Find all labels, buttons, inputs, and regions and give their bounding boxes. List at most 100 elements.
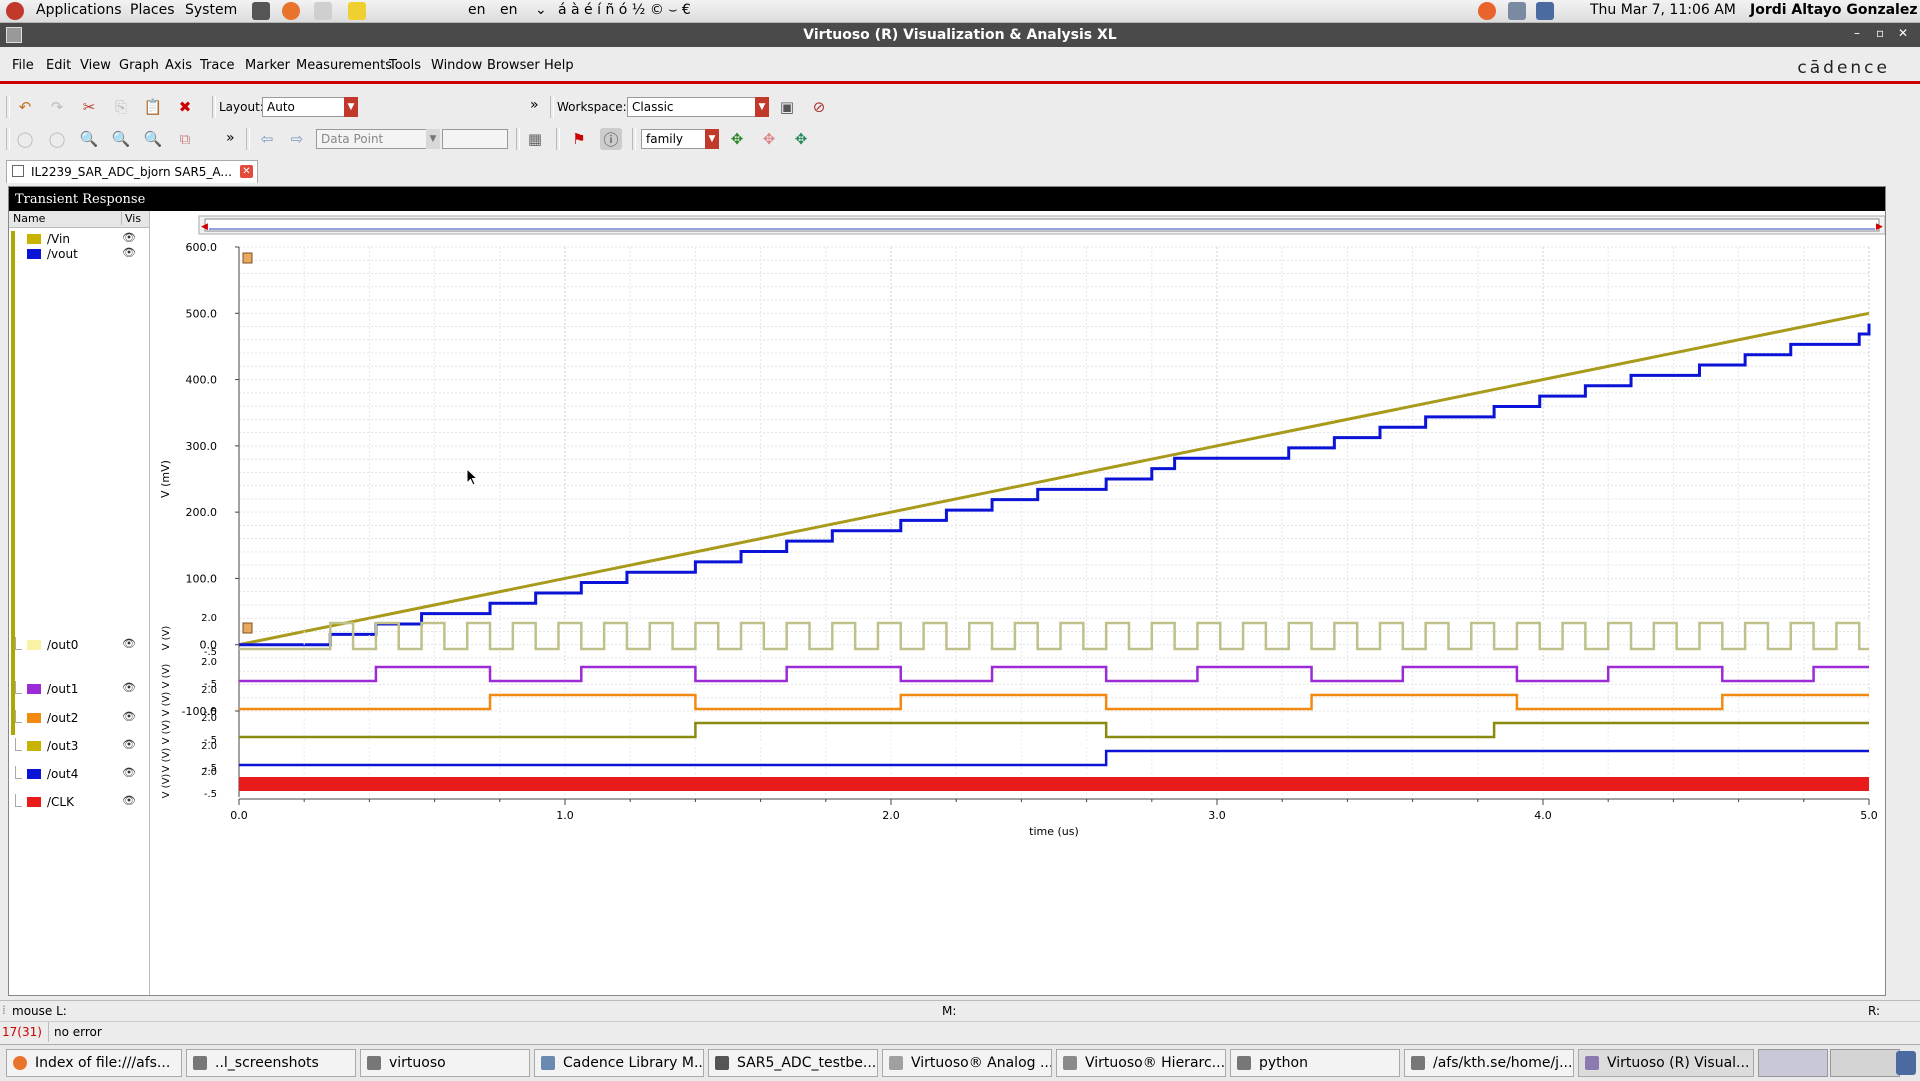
back-icon[interactable]: ◯ xyxy=(14,128,36,150)
next-point-icon[interactable]: ⇨ xyxy=(286,128,308,150)
workspace-save-icon[interactable]: ▣ xyxy=(776,96,798,118)
menu-window[interactable]: Window xyxy=(431,58,482,73)
trace-name[interactable]: /Vin xyxy=(47,232,70,246)
menu-marker[interactable]: Marker xyxy=(245,58,290,73)
trace-color-swatch[interactable] xyxy=(27,769,41,779)
trace-name[interactable]: /out3 xyxy=(47,739,78,753)
tab-sar-adc[interactable]: IL2239_SAR_ADC_bjorn SAR5_A... ✕ xyxy=(6,160,258,183)
maximize-button[interactable]: ▫ xyxy=(1876,26,1884,40)
menu-edit[interactable]: Edit xyxy=(46,58,71,73)
menu-graph[interactable]: Graph xyxy=(119,58,159,73)
trace-color-swatch[interactable] xyxy=(27,249,41,259)
workspace-switcher-2[interactable] xyxy=(1830,1049,1900,1077)
minimize-button[interactable]: – xyxy=(1854,26,1860,40)
redo-icon[interactable]: ↷ xyxy=(46,96,68,118)
firefox-icon[interactable] xyxy=(282,2,300,20)
menu-file[interactable]: File xyxy=(12,58,34,73)
chevron-down-icon[interactable]: ▼ xyxy=(426,129,440,149)
task-analog-env[interactable]: Virtuoso® Analog ... xyxy=(882,1049,1052,1077)
system-menu[interactable]: System xyxy=(185,2,237,18)
close-icon[interactable]: ✕ xyxy=(240,165,253,178)
trace-out4[interactable] xyxy=(239,749,1869,767)
flag-icon[interactable]: ⚑ xyxy=(568,128,590,150)
undo-icon[interactable]: ↶ xyxy=(14,96,36,118)
family-tool-1-icon[interactable]: ✥ xyxy=(726,128,748,150)
zoom-box-icon[interactable]: ⧉ xyxy=(174,128,196,150)
copy-icon[interactable]: ⎘ xyxy=(110,96,132,118)
task-screenshots[interactable]: ..l_screenshots xyxy=(186,1049,356,1077)
chevron-down-icon[interactable]: ▼ xyxy=(755,97,769,117)
toolbar-grip[interactable] xyxy=(6,96,10,118)
visibility-eye-icon[interactable]: 👁 xyxy=(122,231,136,244)
zoom-out-icon[interactable]: 🔍 xyxy=(142,128,164,150)
legend-item[interactable]: /CLK 👁 xyxy=(9,794,149,810)
task-virtuoso-viva[interactable]: Virtuoso (R) Visual... xyxy=(1578,1049,1754,1077)
info-icon[interactable]: ⓘ xyxy=(600,128,622,150)
chevron-down-icon[interactable]: ⌄ xyxy=(535,2,547,18)
delete-icon[interactable]: ✖ xyxy=(174,96,196,118)
trace-color-swatch[interactable] xyxy=(27,640,41,650)
menu-trace[interactable]: Trace xyxy=(200,58,235,73)
lock-icon[interactable] xyxy=(242,252,253,264)
trace-vout[interactable] xyxy=(239,323,1871,647)
trace-color-swatch[interactable] xyxy=(27,741,41,751)
forward-icon[interactable]: ◯ xyxy=(46,128,68,150)
update-icon[interactable] xyxy=(1478,2,1496,20)
workspace-delete-icon[interactable]: ⊘ xyxy=(808,96,830,118)
paste-icon[interactable]: 📋 xyxy=(142,96,164,118)
menu-help[interactable]: Help xyxy=(544,58,574,73)
cut-icon[interactable]: ✂ xyxy=(78,96,100,118)
lang-indicator-2[interactable]: en xyxy=(500,2,518,18)
trace-color-swatch[interactable] xyxy=(27,713,41,723)
clock[interactable]: Thu Mar 7, 11:06 AM xyxy=(1590,2,1736,18)
data-point-input[interactable] xyxy=(442,129,508,149)
calculator-icon[interactable]: ▦ xyxy=(524,128,546,150)
lock-icon[interactable] xyxy=(242,622,253,634)
task-hierarchy[interactable]: Virtuoso® Hierarc... xyxy=(1056,1049,1226,1077)
menu-browser[interactable]: Browser xyxy=(487,58,540,73)
family-tool-3-icon[interactable]: ✥ xyxy=(790,128,812,150)
trace-name[interactable]: /out1 xyxy=(47,682,78,696)
places-menu[interactable]: Places xyxy=(130,2,175,18)
visibility-eye-icon[interactable]: 👁 xyxy=(122,710,136,723)
window-titlebar[interactable]: Virtuoso (R) Visualization & Analysis XL… xyxy=(0,23,1920,47)
trace-name[interactable]: /CLK xyxy=(47,795,74,809)
lang-indicator-1[interactable]: en xyxy=(468,2,486,18)
family-tool-2-icon[interactable]: ✥ xyxy=(758,128,780,150)
visibility-eye-icon[interactable]: 👁 xyxy=(122,246,136,259)
redhat-icon[interactable] xyxy=(6,2,24,20)
close-button[interactable]: ✕ xyxy=(1898,26,1908,40)
trash-icon[interactable] xyxy=(1896,1051,1916,1075)
legend-item[interactable]: /out1 👁 xyxy=(9,681,149,697)
chevron-down-icon[interactable]: ▼ xyxy=(705,129,719,149)
trace-out3[interactable] xyxy=(239,721,1869,739)
legend-item[interactable]: /out3 👁 xyxy=(9,738,149,754)
legend-item[interactable]: /Vin 👁 xyxy=(9,231,149,247)
workspace-switcher-1[interactable] xyxy=(1758,1049,1828,1077)
task-testbench[interactable]: SAR5_ADC_testbe... xyxy=(708,1049,878,1077)
mail-icon[interactable] xyxy=(314,2,332,20)
scroll-right-icon[interactable]: ▶ xyxy=(1876,222,1883,232)
task-file-browser[interactable]: Index of file:///afs... xyxy=(6,1049,182,1077)
visibility-eye-icon[interactable]: 👁 xyxy=(122,766,136,779)
zoom-fit-icon[interactable]: 🔍 xyxy=(78,128,100,150)
legend-name-header[interactable]: Name xyxy=(13,212,45,225)
legend-vis-header[interactable]: Vis xyxy=(121,212,141,225)
trace-color-swatch[interactable] xyxy=(27,684,41,694)
trace-out2[interactable] xyxy=(239,693,1869,711)
user-name[interactable]: Jordi Altayo Gonzalez xyxy=(1750,2,1918,18)
zoom-in-icon[interactable]: 🔍 xyxy=(110,128,132,150)
trace-color-swatch[interactable] xyxy=(27,234,41,244)
prev-point-icon[interactable]: ⇦ xyxy=(256,128,278,150)
toolbar-overflow[interactable]: » xyxy=(530,97,539,113)
trace-out1[interactable] xyxy=(239,665,1869,683)
menu-axis[interactable]: Axis xyxy=(165,58,192,73)
trace-color-swatch[interactable] xyxy=(27,797,41,807)
trace-name[interactable]: /out0 xyxy=(47,638,78,652)
screenshot-icon[interactable] xyxy=(252,2,270,20)
menu-view[interactable]: View xyxy=(80,58,111,73)
layout-combo[interactable]: Auto ▼ xyxy=(262,97,358,117)
visibility-eye-icon[interactable]: 👁 xyxy=(122,637,136,650)
toolbar-overflow-2[interactable]: » xyxy=(226,130,235,146)
visibility-eye-icon[interactable]: 👁 xyxy=(122,681,136,694)
